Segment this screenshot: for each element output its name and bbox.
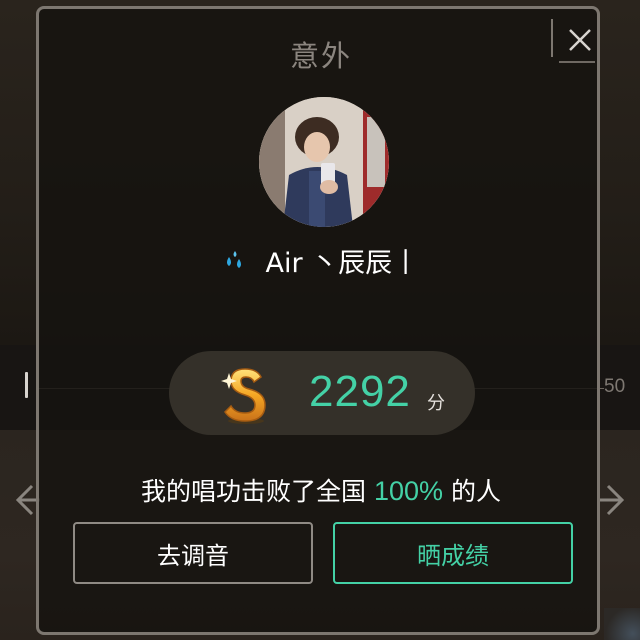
user-name: Air 丶辰辰丨 (265, 248, 420, 279)
score-dialog: 意外 Air 丶辰辰丨 2292 分 我的唱功击败了全国 100% 的人 去调音… (36, 6, 600, 635)
user-row: Air 丶辰辰丨 (39, 241, 603, 280)
avatar[interactable] (259, 97, 389, 227)
score-pill: 2292 分 (169, 351, 475, 435)
background-corner-image (604, 608, 640, 640)
share-score-button[interactable]: 晒成绩 (333, 522, 573, 584)
ruler-marker (25, 372, 28, 398)
beat-percent: 100% (373, 476, 444, 506)
beat-suffix: 的人 (451, 477, 502, 506)
score-unit: 分 (427, 393, 445, 414)
close-underline (559, 61, 595, 63)
gold-s-coin-icon (221, 368, 266, 424)
score-value: 2292 (309, 367, 411, 416)
close-icon[interactable] (559, 15, 601, 63)
avatar-photo (259, 97, 389, 227)
tune-button[interactable]: 去调音 (73, 522, 313, 584)
ruler-end-label: 50 (604, 376, 626, 397)
beat-statement: 我的唱功击败了全国 100% 的人 (39, 472, 603, 508)
beat-prefix: 我的唱功击败了全国 (140, 477, 366, 506)
close-separator (551, 19, 553, 57)
water-drops-icon (226, 250, 241, 268)
dialog-title: 意外 (289, 39, 352, 73)
